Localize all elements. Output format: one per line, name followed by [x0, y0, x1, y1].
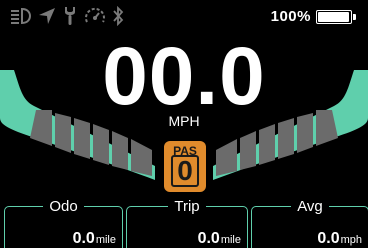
status-bar — [10, 5, 124, 31]
gauge-segment-l4 — [93, 124, 109, 165]
pas-badge[interactable]: PAS 0 — [164, 141, 206, 192]
odo-panel: Odo 0.0mile — [4, 198, 123, 248]
battery-percent: 100% — [270, 8, 311, 25]
gauge-segment-r5 — [240, 131, 256, 170]
odo-title: Odo — [43, 198, 84, 215]
display-screen: 100% 00.0 MPH PAS 0 Odo 0.0mile Trip 0.0… — [0, 0, 368, 248]
battery-fill — [318, 11, 349, 22]
pas-level: 0 — [171, 155, 199, 187]
bluetooth-icon — [112, 5, 124, 31]
gauge-segment-r4 — [259, 124, 275, 165]
trip-panel: Trip 0.0mile — [126, 198, 248, 248]
wrench-icon — [62, 6, 78, 31]
gauge-segment-l5 — [112, 131, 128, 170]
avg-panel: Avg 0.0mph — [251, 198, 368, 248]
speed-unit: MPH — [168, 113, 200, 129]
trip-value: 0.0 — [197, 230, 220, 247]
avg-unit: mph — [340, 234, 362, 246]
odo-value: 0.0 — [72, 230, 95, 247]
odo-unit: mile — [95, 234, 116, 246]
gauge-segment-l6 — [131, 139, 152, 176]
battery-status: 100% — [271, 8, 356, 25]
speed-readout: 00.0 — [102, 31, 266, 122]
navigation-icon — [38, 7, 56, 30]
trip-title: Trip — [168, 198, 206, 215]
speedometer-icon — [84, 6, 106, 31]
battery-icon — [316, 9, 356, 24]
trip-unit: mile — [220, 234, 241, 246]
gauge-segment-r6 — [216, 139, 237, 176]
avg-title: Avg — [291, 198, 329, 215]
headlight-icon — [10, 7, 32, 30]
avg-value: 0.0 — [317, 230, 340, 247]
